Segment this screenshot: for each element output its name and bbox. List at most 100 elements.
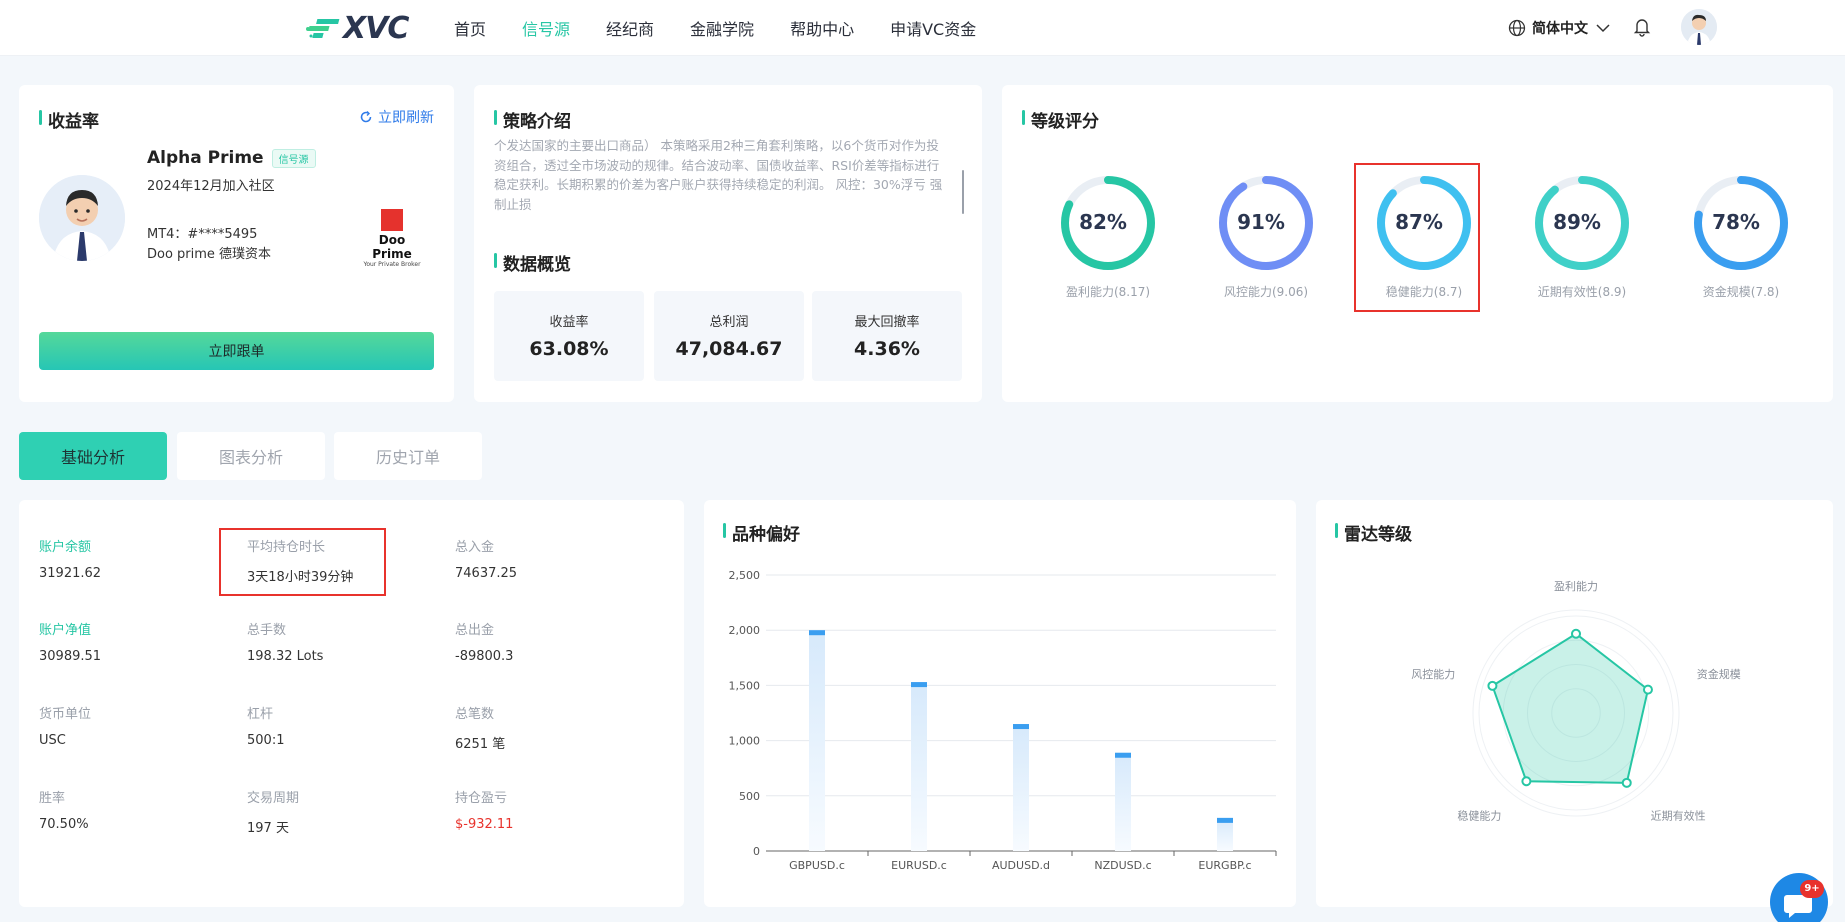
radar-indicator-label: 资金规模 bbox=[1697, 667, 1741, 681]
x-tick-label: GBPUSD.c bbox=[789, 859, 845, 872]
tab-basic-analysis[interactable]: 基础分析 bbox=[19, 432, 167, 480]
gauge-label: 盈利能力(8.17) bbox=[1065, 285, 1151, 299]
account-value: 500:1 bbox=[247, 733, 285, 748]
y-tick-label: 1,500 bbox=[729, 679, 761, 692]
tab-order-history[interactable]: 历史订单 bbox=[334, 432, 482, 480]
follow-button[interactable]: 立即跟单 bbox=[39, 332, 434, 370]
highlight-box bbox=[1354, 163, 1480, 312]
account-value: 198.32 Lots bbox=[247, 649, 324, 664]
x-tick-label: EURGBP.c bbox=[1198, 859, 1251, 872]
refresh-label: 立即刷新 bbox=[378, 110, 434, 126]
join-date: 2024年12月加入社区 bbox=[147, 179, 275, 194]
nav-brokers[interactable]: 经纪商 bbox=[606, 16, 654, 40]
trader-avatar bbox=[39, 175, 125, 261]
trader-name-text: Alpha Prime bbox=[147, 148, 264, 168]
strategy-description: 个发达国家的主要出口商品） 本策略采用2种三角套利策略，以6个货币对作为投资组合… bbox=[494, 138, 943, 212]
account-label: 平均持仓时长 bbox=[247, 540, 326, 555]
account-label: 总笔数 bbox=[455, 707, 495, 722]
x-tick-label: AUDUSD.d bbox=[992, 859, 1050, 872]
account-label: 总出金 bbox=[455, 623, 495, 638]
top-header: XVC 首页 信号源 经纪商 金融学院 帮助中心 申请VC资金 简体中文 bbox=[0, 0, 1845, 56]
y-tick-label: 2,500 bbox=[729, 569, 761, 582]
nav-help[interactable]: 帮助中心 bbox=[790, 16, 854, 40]
gauge-label: 风控能力(9.06) bbox=[1223, 285, 1309, 299]
overview-title: 数据概览 bbox=[494, 250, 571, 275]
bar bbox=[1013, 724, 1029, 851]
preference-card: 品种偏好 0 500 1,000 1,500 2,000 2,500 GBPUSD.c EUR… bbox=[704, 500, 1296, 907]
chevron-down-icon bbox=[1596, 24, 1610, 33]
radar-chart: 盈利能力资金规模近期有效性 稳健能力 风控能力 bbox=[1411, 579, 1741, 823]
account-label: 胜率 bbox=[39, 791, 66, 806]
radar-card: 雷达等级 盈利能力 资金规模 近期有效性 稳健能力 风控能力 bbox=[1316, 500, 1833, 907]
stat-label: 总利润 bbox=[709, 315, 749, 330]
gauge-4: 78% 资金规模(7.8) bbox=[1686, 173, 1796, 300]
rating-title: 等级评分 bbox=[1022, 107, 1099, 132]
account-label: 交易周期 bbox=[247, 791, 300, 806]
trader-name: Alpha Prime 信号源 bbox=[147, 148, 316, 168]
logo-text: XVC bbox=[343, 10, 409, 46]
account-value: 3天18小时39分钟 bbox=[247, 570, 354, 585]
nav-signals[interactable]: 信号源 bbox=[522, 16, 570, 40]
bar-cap bbox=[1013, 724, 1029, 730]
gauge-value: 89% bbox=[1553, 210, 1601, 234]
globe-icon bbox=[1508, 19, 1526, 37]
main-nav: 首页 信号源 经纪商 金融学院 帮助中心 申请VC资金 bbox=[454, 0, 1012, 56]
y-tick-label: 2,000 bbox=[729, 624, 761, 637]
account-label: 总手数 bbox=[247, 623, 287, 638]
bar bbox=[809, 630, 825, 851]
bell-icon[interactable] bbox=[1632, 16, 1652, 38]
account-label: 持仓盈亏 bbox=[455, 791, 508, 806]
nav-apply-vc[interactable]: 申请VC资金 bbox=[890, 16, 976, 40]
broker-logo: Doo Prime Your Private Broker bbox=[357, 209, 427, 268]
refresh-button[interactable]: 立即刷新 bbox=[359, 107, 434, 127]
stat-return: 收益率 63.08% bbox=[494, 291, 644, 381]
account-value: 6251 笔 bbox=[455, 737, 506, 752]
user-avatar[interactable] bbox=[1681, 9, 1717, 45]
language-selector[interactable]: 简体中文 bbox=[1508, 16, 1610, 40]
logo-mark-icon bbox=[305, 13, 343, 43]
mt4-account: MT4：#****5495 bbox=[147, 227, 258, 242]
account-value: $-932.11 bbox=[455, 817, 514, 832]
account-value: USC bbox=[39, 733, 66, 748]
y-tick-label: 500 bbox=[739, 790, 760, 803]
refresh-icon bbox=[360, 111, 372, 123]
gauge-value: 91% bbox=[1237, 210, 1285, 234]
nav-home[interactable]: 首页 bbox=[454, 16, 486, 40]
strategy-card: 策略介绍 个发达国家的主要出口商品） 本策略采用2种三角套利策略，以6个货币对作… bbox=[474, 85, 982, 402]
bar bbox=[911, 682, 927, 851]
stat-profit: 总利润 47,084.67 bbox=[654, 291, 804, 381]
bar-cap bbox=[1115, 752, 1131, 758]
gauge-3: 89% 近期有效性(8.9) bbox=[1527, 173, 1637, 300]
radar-point bbox=[1487, 680, 1498, 691]
tab-chart-analysis[interactable]: 图表分析 bbox=[177, 432, 325, 480]
account-label: 总入金 bbox=[455, 540, 495, 555]
logo[interactable]: XVC bbox=[305, 10, 420, 46]
stat-value: 4.36% bbox=[854, 338, 920, 360]
account-value: -89800.3 bbox=[455, 649, 514, 664]
radar-point bbox=[1642, 684, 1653, 695]
account-value: 74637.25 bbox=[455, 566, 518, 581]
language-label: 简体中文 bbox=[1532, 21, 1588, 37]
strategy-scrollbar[interactable] bbox=[962, 170, 964, 214]
stat-drawdown: 最大回撤率 4.36% bbox=[812, 291, 962, 381]
account-card: 账户余额 31921.62 平均持仓时长 3天18小时39分钟 总入金 74637.25 账… bbox=[19, 500, 684, 907]
broker-logo-line2: Your Private Broker bbox=[363, 261, 421, 268]
account-label: 杠杆 bbox=[247, 707, 274, 722]
gauge-label: 资金规模(7.8) bbox=[1702, 285, 1780, 299]
account-value: 30989.51 bbox=[39, 649, 102, 664]
profile-card-title: 收益率 bbox=[39, 107, 99, 132]
signal-badge: 信号源 bbox=[271, 148, 316, 168]
account-value: 70.50% bbox=[39, 817, 89, 832]
radar-point bbox=[1571, 628, 1581, 639]
gauge-value: 78% bbox=[1712, 210, 1760, 234]
bar-cap bbox=[809, 630, 825, 636]
nav-academy[interactable]: 金融学院 bbox=[690, 16, 754, 40]
x-tick-label: EURUSD.c bbox=[891, 859, 947, 872]
bar-chart: 0 500 1,000 1,500 2,000 2,500 GBPUSD.c EURUSD.c… bbox=[729, 569, 1277, 872]
account-label: 货币单位 bbox=[39, 707, 92, 722]
gauge-0: 82% 盈利能力(8.17) bbox=[1053, 173, 1163, 300]
strategy-title: 策略介绍 bbox=[494, 107, 571, 132]
account-value: 197 天 bbox=[247, 821, 289, 836]
profile-card: 收益率 立即刷新 Alpha Prime 信号源 2024年12月加入社区 MT… bbox=[19, 85, 454, 402]
radar-indicator-label: 盈利能力 bbox=[1554, 579, 1598, 593]
